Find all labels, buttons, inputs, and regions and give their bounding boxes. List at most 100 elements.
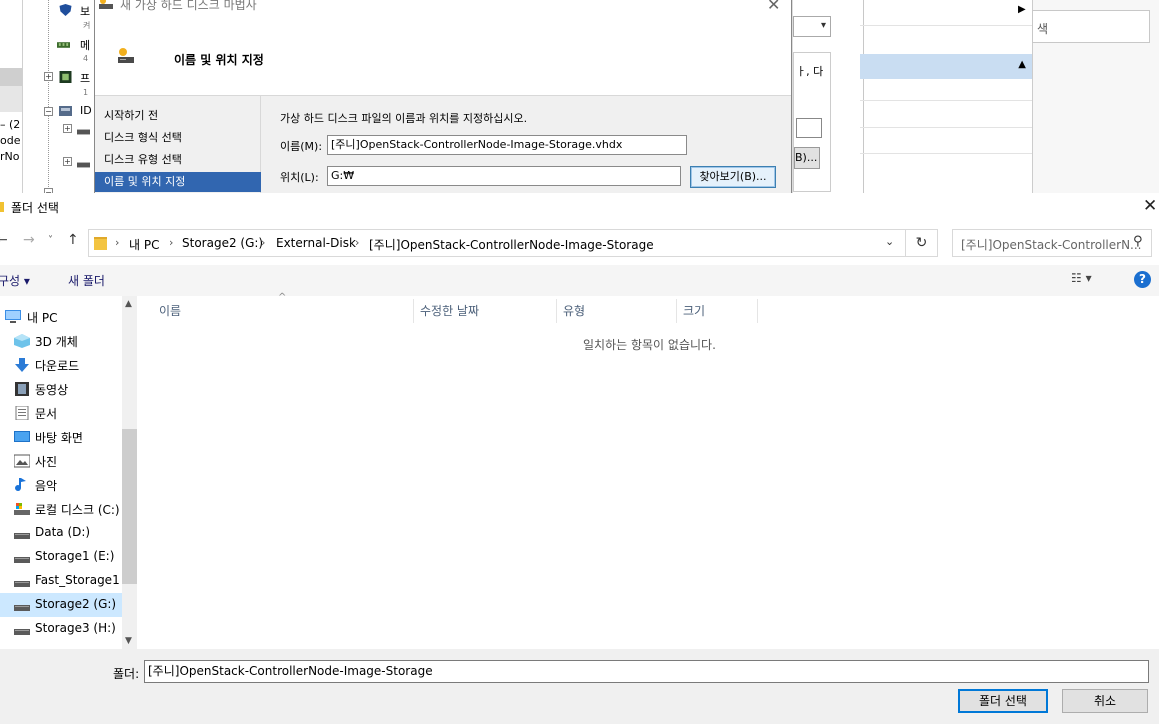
background-input[interactable] xyxy=(796,118,822,138)
expand-icon[interactable]: + xyxy=(63,157,72,166)
drive-icon xyxy=(77,162,90,168)
actions-header[interactable]: ▲ xyxy=(860,54,1032,79)
drive-icon xyxy=(14,581,30,587)
breadcrumb-item[interactable]: Storage2 (G:) xyxy=(182,236,263,250)
chevron-right-icon[interactable]: ▶ xyxy=(1018,4,1026,15)
search-icon[interactable]: ⚲ xyxy=(1133,234,1143,249)
scroll-up-icon[interactable]: ▲ xyxy=(125,299,132,309)
wizard-step[interactable]: 시작하기 전 xyxy=(95,106,261,126)
drive-icon xyxy=(14,605,30,611)
column-header-type[interactable]: 유형 xyxy=(557,299,677,323)
background-dropdown[interactable]: ▾ xyxy=(793,16,831,37)
chevron-down-icon: ▾ xyxy=(820,20,826,31)
drive-icon xyxy=(14,629,30,635)
background-left-text: rNo xyxy=(0,150,20,163)
nav-item-label: 음악 xyxy=(35,479,58,493)
close-icon[interactable]: ✕ xyxy=(1143,196,1157,216)
nav-item-drive-h[interactable]: Storage3 (H:) xyxy=(0,617,122,641)
folder-icon xyxy=(0,202,4,212)
nav-item-downloads[interactable]: 다운로드 xyxy=(0,353,122,377)
nav-item-music[interactable]: 음악 xyxy=(0,473,122,497)
chevron-right-icon[interactable]: › xyxy=(115,236,119,249)
select-folder-button[interactable]: 폴더 선택 xyxy=(958,689,1048,713)
back-arrow-icon[interactable]: ← xyxy=(0,232,8,248)
background-search-box[interactable]: 색 xyxy=(1032,10,1150,43)
chevron-up-icon: ▲ xyxy=(1018,59,1026,70)
dialog-footer: 폴더: [주니]OpenStack-ControllerNode-Image-S… xyxy=(0,649,1159,724)
tree-item-label: 프 xyxy=(80,72,91,85)
navigation-bar: ← → ˅ ↑ › 내 PC › Storage2 (G:) › Externa… xyxy=(0,221,1159,265)
wizard-header: 이름 및 위치 지정 xyxy=(95,14,791,96)
music-icon xyxy=(15,478,26,492)
vertical-scrollbar[interactable]: ▲ ▼ xyxy=(122,296,137,649)
empty-folder-message: 일치하는 항목이 없습니다. xyxy=(583,338,716,352)
nav-item-label: 바탕 화면 xyxy=(35,431,83,445)
dialog-titlebar: 폴더 선택 ✕ xyxy=(0,193,1159,221)
organize-button[interactable]: 구성 ▾ xyxy=(0,272,30,289)
tree-item-label: 메 xyxy=(80,39,91,52)
nav-item-label: 다운로드 xyxy=(35,359,80,373)
up-arrow-icon[interactable]: ↑ xyxy=(67,232,79,248)
nav-item-videos[interactable]: 동영상 xyxy=(0,377,122,401)
disk-wizard-icon xyxy=(99,0,113,9)
refresh-icon[interactable]: ↻ xyxy=(906,229,938,257)
collapse-icon[interactable]: − xyxy=(44,107,53,116)
breadcrumb-item[interactable]: [주니]OpenStack-ControllerNode-Image-Stora… xyxy=(369,236,654,253)
new-folder-button[interactable]: 새 폴더 xyxy=(68,272,105,289)
column-header-date[interactable]: 수정한 날짜 xyxy=(414,299,557,323)
forward-arrow-icon[interactable]: → xyxy=(23,232,35,248)
column-header-size[interactable]: 크기 xyxy=(677,299,758,323)
expand-icon[interactable]: + xyxy=(44,72,53,81)
wizard-step-active[interactable]: 이름 및 위치 지정 xyxy=(95,172,261,192)
chevron-down-icon[interactable]: ⌄ xyxy=(885,235,894,248)
wizard-step[interactable]: 디스크 유형 선택 xyxy=(95,150,261,170)
dialog-title: 폴더 선택 xyxy=(11,201,59,215)
folder-label: 폴더: xyxy=(113,667,140,681)
breadcrumb-item[interactable]: External-Disk xyxy=(276,236,356,250)
wizard-step[interactable]: 디스크 형식 선택 xyxy=(95,128,261,148)
nav-item-label: 3D 개체 xyxy=(35,335,78,349)
folder-name-input[interactable]: [주니]OpenStack-ControllerNode-Image-Stora… xyxy=(144,660,1149,683)
nav-item-label: 사진 xyxy=(35,455,58,469)
close-icon[interactable]: ✕ xyxy=(767,0,780,14)
scroll-down-icon[interactable]: ▼ xyxy=(125,636,132,646)
chevron-right-icon[interactable]: › xyxy=(169,236,173,249)
column-header-name[interactable]: 이름 xyxy=(153,299,414,323)
drive-icon xyxy=(14,557,30,563)
processor-icon xyxy=(59,71,72,83)
address-bar[interactable]: › 내 PC › Storage2 (G:) › External-Disk ›… xyxy=(88,229,906,257)
background-browse-button[interactable]: B)... xyxy=(794,147,820,169)
help-icon[interactable]: ? xyxy=(1134,271,1151,288)
nav-item-pictures[interactable]: 사진 xyxy=(0,449,122,473)
chevron-right-icon[interactable]: › xyxy=(355,236,359,249)
background-search-text: 색 xyxy=(1037,22,1049,36)
nav-item-local-disk-c[interactable]: 로컬 디스크 (C:) xyxy=(0,497,122,521)
nav-item-documents[interactable]: 문서 xyxy=(0,401,122,425)
chevron-right-icon[interactable]: › xyxy=(261,236,265,249)
drive-icon xyxy=(77,129,90,135)
tree-item-sub: 켜 xyxy=(83,21,91,30)
nav-item-drive-d[interactable]: Data (D:) xyxy=(0,521,122,545)
search-input[interactable]: [주니]OpenStack-ControllerN... ⚲ xyxy=(952,229,1152,257)
view-options-icon[interactable]: ☷ ▾ xyxy=(1071,271,1092,285)
nav-item-drive-g[interactable]: Storage2 (G:) xyxy=(0,593,122,617)
background-left-pane: – (2 ode rNo xyxy=(0,0,22,193)
nav-item-this-pc[interactable]: 내 PC xyxy=(0,305,122,329)
nav-item-drive-f[interactable]: Fast_Storage1 (F: xyxy=(0,569,122,593)
location-input[interactable]: G:₩ xyxy=(327,166,681,186)
scrollbar-thumb[interactable] xyxy=(122,429,137,584)
document-icon xyxy=(15,406,29,420)
cancel-button[interactable]: 취소 xyxy=(1062,689,1148,713)
breadcrumb-item[interactable]: 내 PC xyxy=(129,236,159,253)
wizard-page-title: 이름 및 위치 지정 xyxy=(174,53,264,67)
nav-item-3d-objects[interactable]: 3D 개체 xyxy=(0,329,122,353)
shield-icon xyxy=(59,4,72,16)
name-input[interactable]: [주니]OpenStack-ControllerNode-Image-Stora… xyxy=(327,135,687,155)
background-actions-pane: ▶ ▲ xyxy=(860,0,1032,193)
nav-item-drive-e[interactable]: Storage1 (E:) xyxy=(0,545,122,569)
expand-icon[interactable]: + xyxy=(63,124,72,133)
nav-item-desktop[interactable]: 바탕 화면 xyxy=(0,425,122,449)
browse-button[interactable]: 찾아보기(B)... xyxy=(690,166,776,188)
recent-locations-icon[interactable]: ˅ xyxy=(48,235,53,246)
background-tree: 보 켜 메 4 + 프 1 − ID + + − xyxy=(22,0,94,197)
